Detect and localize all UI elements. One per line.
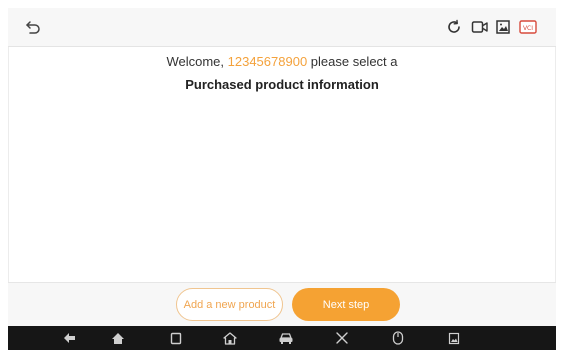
phone-number: 12345678900: [227, 54, 308, 69]
welcome-suffix: please select a: [307, 54, 398, 69]
screenshot-icon[interactable]: [446, 330, 462, 346]
back-arrow-icon[interactable]: [22, 17, 44, 37]
video-record-icon[interactable]: [470, 18, 490, 36]
welcome-line: Welcome, 12345678900 please select a: [8, 54, 556, 70]
add-new-product-button[interactable]: Add a new product: [176, 288, 283, 321]
next-step-button[interactable]: Next step: [292, 288, 400, 321]
top-toolbar: VCI: [8, 8, 556, 47]
back-icon[interactable]: [62, 330, 78, 346]
vci-icon[interactable]: VCI: [518, 18, 538, 36]
refresh-icon[interactable]: [444, 18, 464, 36]
mouse-icon[interactable]: [390, 330, 406, 346]
vci-label: VCI: [523, 25, 533, 32]
car-icon[interactable]: [278, 330, 294, 346]
page-subtitle: Purchased product information: [185, 77, 379, 92]
recent-apps-icon[interactable]: [168, 330, 184, 346]
tools-icon[interactable]: [334, 330, 350, 346]
home-icon[interactable]: [110, 330, 126, 346]
house-icon[interactable]: [222, 330, 238, 346]
welcome-prefix: Welcome,: [166, 54, 228, 69]
system-navbar: [8, 326, 556, 350]
image-icon[interactable]: [493, 18, 513, 36]
